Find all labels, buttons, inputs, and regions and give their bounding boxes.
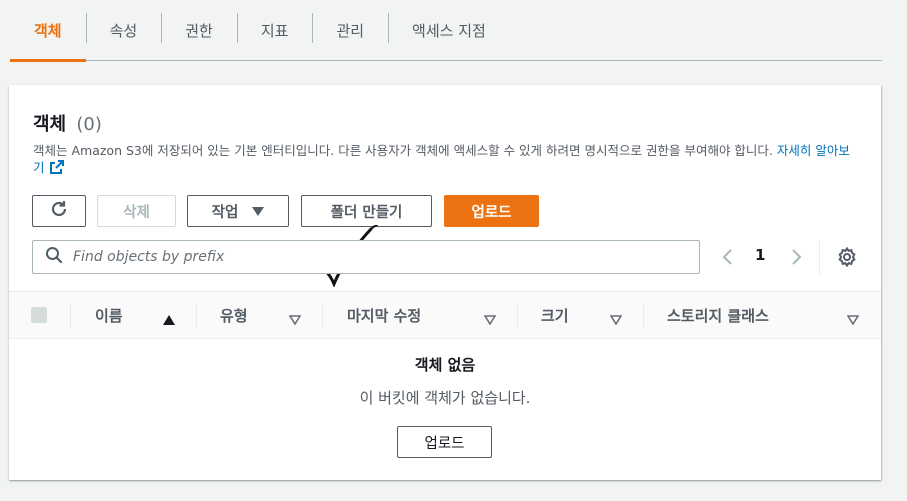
upload-button[interactable]: 업로드 bbox=[444, 195, 539, 227]
refresh-button[interactable] bbox=[32, 195, 86, 227]
prev-page-icon[interactable] bbox=[721, 247, 735, 271]
delete-button[interactable]: 삭제 bbox=[97, 195, 176, 227]
actions-dropdown[interactable]: 작업 bbox=[187, 195, 289, 227]
empty-state-description: 이 버킷에 객체가 없습니다. bbox=[359, 389, 531, 407]
next-page-icon[interactable] bbox=[789, 247, 803, 271]
sort-ascending-icon[interactable] bbox=[163, 310, 175, 329]
sort-icon[interactable] bbox=[609, 310, 623, 329]
panel-title-text: 객체 bbox=[33, 114, 67, 135]
column-divider bbox=[517, 303, 518, 329]
settings-gear-icon[interactable] bbox=[836, 246, 858, 272]
pager-divider bbox=[819, 240, 820, 274]
sort-icon[interactable] bbox=[288, 310, 302, 329]
create-folder-button[interactable]: 폴더 만들기 bbox=[301, 195, 432, 227]
caret-down-icon bbox=[252, 206, 265, 216]
current-page[interactable]: 1 bbox=[755, 246, 765, 264]
description-text: 객체는 Amazon S3에 저장되어 있는 기본 엔터티입니다. 다른 사용자… bbox=[33, 143, 773, 158]
empty-state-upload-button[interactable]: 업로드 bbox=[397, 426, 492, 458]
search-box bbox=[32, 240, 700, 274]
column-header-last-modified[interactable]: 마지막 수정 bbox=[347, 292, 421, 339]
refresh-icon bbox=[49, 199, 69, 223]
tab-bar: 객체 속성 권한 지표 관리 액세스 지점 bbox=[10, 0, 882, 62]
table-header: 이름 유형 마지막 수정 크기 스토리지 클래스 bbox=[9, 291, 881, 339]
column-header-name[interactable]: 이름 bbox=[95, 292, 123, 339]
tab-metrics[interactable]: 지표 bbox=[236, 0, 313, 61]
column-divider bbox=[70, 303, 71, 329]
column-header-size[interactable]: 크기 bbox=[541, 292, 569, 339]
tab-permissions[interactable]: 권한 bbox=[161, 0, 237, 61]
sort-icon[interactable] bbox=[846, 310, 860, 329]
panel-title: 객체 (0) bbox=[33, 110, 102, 136]
external-link-icon[interactable] bbox=[49, 159, 65, 179]
tab-objects[interactable]: 객체 bbox=[10, 0, 86, 62]
tab-properties[interactable]: 속성 bbox=[85, 0, 162, 61]
column-divider bbox=[322, 303, 323, 329]
select-all-checkbox[interactable] bbox=[31, 307, 47, 323]
empty-state-title: 객체 없음 bbox=[414, 356, 476, 374]
sort-icon[interactable] bbox=[483, 310, 497, 329]
column-divider bbox=[196, 303, 197, 329]
column-header-storage-class[interactable]: 스토리지 클래스 bbox=[667, 292, 769, 339]
tab-access-points[interactable]: 액세스 지점 bbox=[388, 0, 510, 61]
panel-description: 객체는 Amazon S3에 저장되어 있는 기본 엔터티입니다. 다른 사용자… bbox=[33, 143, 853, 179]
tab-management[interactable]: 관리 bbox=[312, 0, 388, 61]
column-divider bbox=[643, 303, 644, 329]
actions-label: 작업 bbox=[211, 204, 239, 221]
search-input[interactable] bbox=[73, 249, 699, 265]
column-header-type[interactable]: 유형 bbox=[220, 292, 248, 339]
object-count: (0) bbox=[76, 114, 102, 135]
objects-panel: 객체 (0) 객체는 Amazon S3에 저장되어 있는 기본 엔터티입니다.… bbox=[9, 85, 881, 480]
search-icon bbox=[45, 246, 63, 268]
